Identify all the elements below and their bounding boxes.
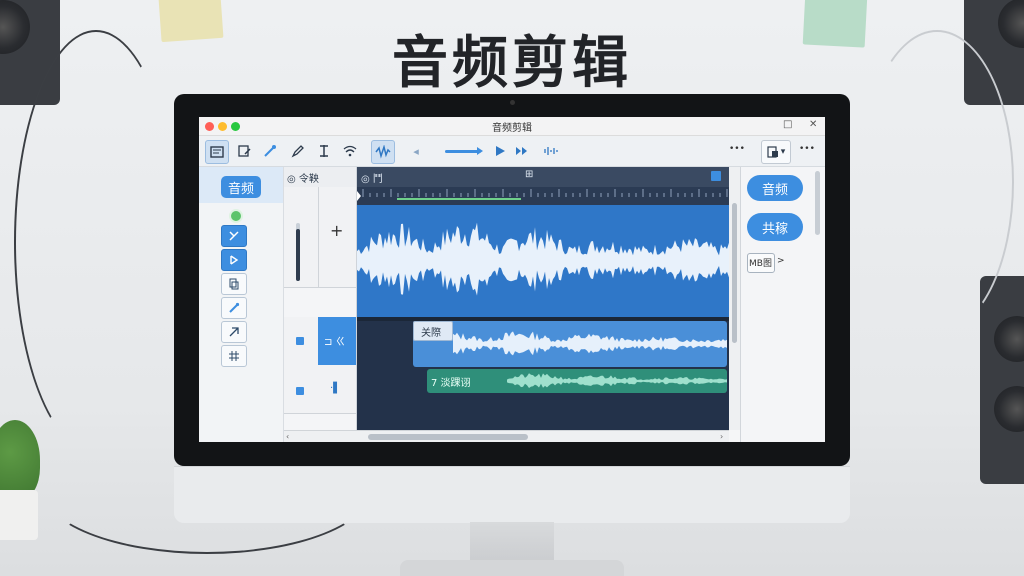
- track-2-clip[interactable]: 关際: [413, 321, 727, 367]
- status-dot: [229, 209, 243, 223]
- trim-tool[interactable]: [221, 249, 247, 271]
- monitor-base: [400, 560, 624, 576]
- arrow-tool[interactable]: [221, 321, 247, 343]
- track-3-header: [284, 365, 356, 414]
- marker-icon: [229, 302, 240, 313]
- right-panel-scrollbar[interactable]: [815, 171, 820, 235]
- track-1-header: [284, 187, 356, 288]
- list-icon[interactable]: [205, 140, 229, 164]
- right-speaker-bottom: [980, 276, 1024, 484]
- magic-icon[interactable]: [259, 140, 281, 162]
- right-panel-pill-label: MB图: [749, 259, 772, 269]
- waveform-icon[interactable]: [541, 140, 563, 162]
- edit-icon[interactable]: [233, 140, 255, 162]
- export-icon[interactable]: ▾: [761, 140, 791, 164]
- horizontal-scroll-thumb[interactable]: [368, 434, 528, 440]
- right-speaker-bottom-cone: [994, 316, 1024, 362]
- trim-icon[interactable]: [313, 140, 335, 162]
- timeline[interactable]: ◎ 鬥 ⊞ 关際 7 淡踝诩: [357, 167, 729, 430]
- poster-headline: 音频剪辑: [392, 31, 632, 96]
- play-icon[interactable]: [489, 140, 511, 162]
- nav-back-label: ◂: [413, 144, 419, 158]
- toolbar-more-right[interactable]: •••: [799, 144, 815, 154]
- track-2-waveform: [453, 331, 727, 356]
- track-1-fader-fill: [296, 229, 300, 281]
- playhead-slider-end: [477, 147, 483, 155]
- track-3-waveform: [507, 373, 727, 388]
- title-bar: 音频剪辑 □ ✕: [199, 117, 825, 136]
- toolbar: ◂ ••• ▾ •••: [199, 136, 825, 167]
- share-button[interactable]: 共稼: [747, 213, 803, 241]
- track-1-waveform: [357, 222, 729, 296]
- marker-tool[interactable]: [221, 297, 247, 319]
- cut-tool[interactable]: [221, 225, 247, 247]
- ruler-end-marker[interactable]: [711, 171, 721, 181]
- clip-a-label: 关際: [421, 328, 441, 339]
- timeline-horizontal-scrollbar[interactable]: ‹ ›: [284, 430, 729, 442]
- export-dropdown-arrow: ▾: [780, 147, 786, 157]
- grid-tool[interactable]: [221, 345, 247, 367]
- plant-leaves: [0, 420, 40, 500]
- window-title: 音频剪辑: [492, 123, 532, 134]
- toolbar-more-left[interactable]: •••: [729, 144, 745, 154]
- track-2-color-chip: [296, 337, 304, 345]
- ruler-icon-left: ◎ 鬥: [361, 174, 383, 185]
- playhead-slider[interactable]: [445, 147, 483, 155]
- vertical-scroll-thumb[interactable]: [732, 203, 737, 343]
- timeline-vertical-scrollbar[interactable]: [729, 167, 740, 430]
- app-window: 音频剪辑 □ ✕ ◂ ••• ▾ ••• 音频 ◎ 令鞅 + ⊐ ㄍ ·▌ ◎ …: [199, 117, 825, 442]
- right-panel: 音频 共稼 MB图 >: [740, 167, 825, 442]
- add-track-button[interactable]: +: [330, 221, 343, 240]
- maximize-button[interactable]: □: [783, 119, 792, 130]
- plant-pot: [0, 490, 38, 540]
- monitor-chin: [174, 466, 850, 523]
- track-1-lane[interactable]: [357, 205, 729, 317]
- scroll-right-arrow[interactable]: ›: [720, 432, 723, 441]
- right-speaker-bottom-cone-2: [994, 386, 1024, 432]
- arrow-icon: [229, 327, 239, 337]
- cut-icon: [229, 231, 239, 241]
- right-panel-pill-arrow[interactable]: >: [777, 256, 785, 266]
- plant: [0, 420, 50, 540]
- pen-icon[interactable]: [287, 140, 309, 162]
- nav-back-icon[interactable]: ◂: [405, 140, 427, 162]
- track-2-label: ⊐ ㄍ: [324, 337, 346, 348]
- copy-tool[interactable]: [221, 273, 247, 295]
- track-3-label: ·▌: [330, 383, 341, 394]
- ruler-ticks: [357, 187, 729, 205]
- audio-button[interactable]: 音频: [221, 176, 261, 198]
- ruler-icon-mid: ⊞: [525, 169, 534, 180]
- trim-icon: [230, 255, 239, 265]
- wireless-icon[interactable]: [339, 140, 361, 162]
- track-1-header-divider: [318, 187, 319, 287]
- close-button[interactable]: ✕: [809, 119, 817, 130]
- left-sidebar: 音频: [199, 167, 284, 442]
- scroll-left-arrow[interactable]: ‹: [286, 432, 289, 441]
- fast-forward-icon[interactable]: [511, 140, 533, 162]
- right-audio-button[interactable]: 音频: [747, 175, 803, 201]
- timeline-ruler[interactable]: ◎ 鬥 ⊞: [357, 167, 729, 187]
- webcam: [510, 100, 515, 105]
- grid-icon: [229, 351, 239, 361]
- track-3-color-chip: [296, 387, 304, 395]
- track-headers: ◎ 令鞅 + ⊐ ㄍ ·▌: [284, 167, 357, 430]
- track-3-clip[interactable]: 7 淡踝诩: [427, 369, 727, 393]
- clip-b-label: 7 淡踝诩: [431, 378, 471, 389]
- waveform-select-icon[interactable]: [371, 140, 395, 164]
- track-headers-title: ◎ 令鞅: [287, 174, 319, 185]
- copy-icon: [229, 278, 239, 290]
- track-1-volume-fader[interactable]: [296, 223, 300, 281]
